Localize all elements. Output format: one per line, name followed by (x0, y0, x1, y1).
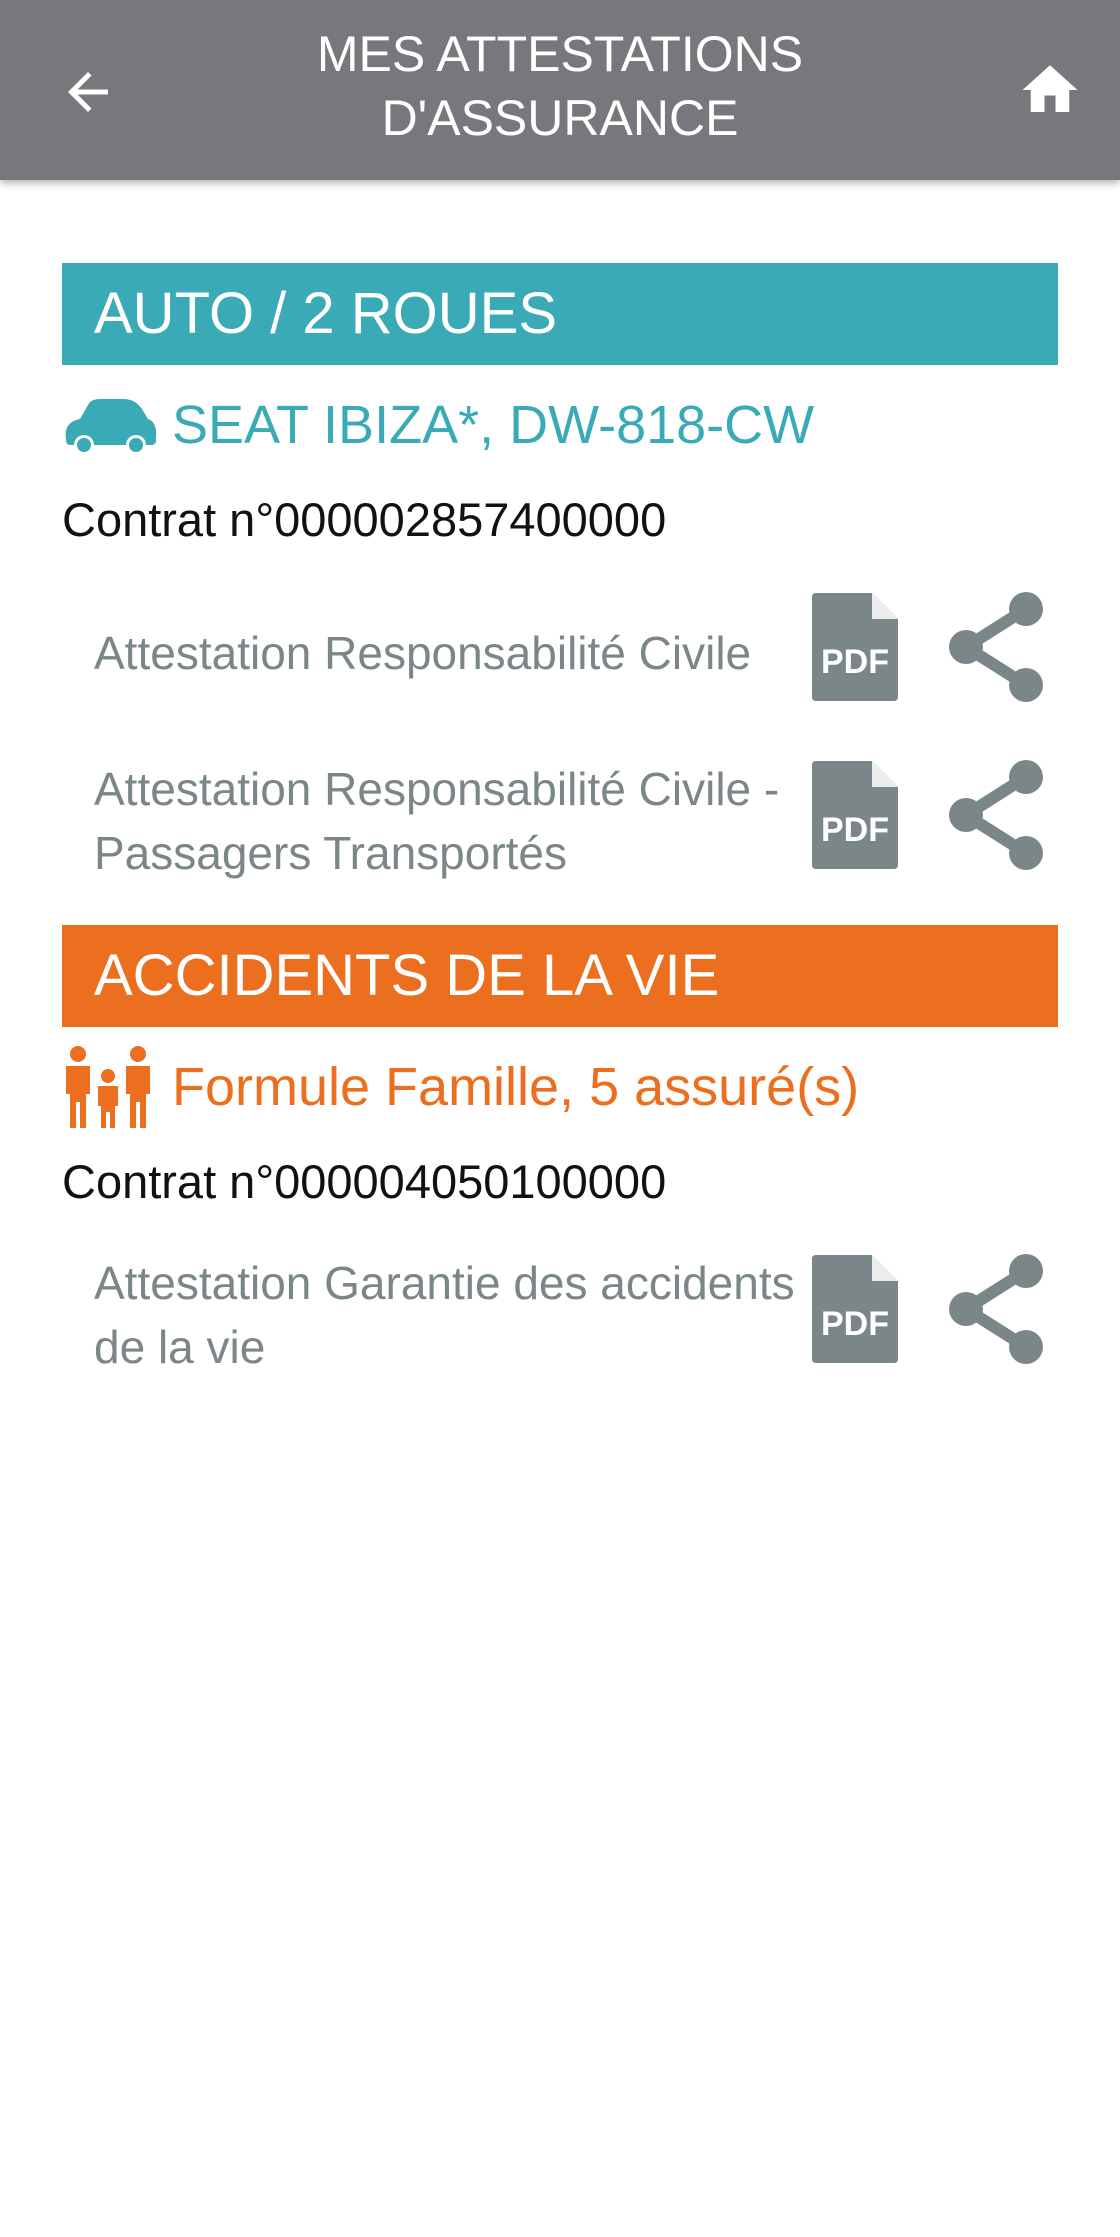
family-icon (62, 1046, 162, 1128)
document-label: Attestation Responsabilité Civile - Pass… (94, 763, 780, 879)
page-title: MES ATTESTATIONS D'ASSURANCE (316, 26, 804, 146)
document-row: Attestation Garantie des accidents de la… (62, 1231, 1058, 1399)
formula-title-label: Formule Famille, 5 assuré(s) (172, 1057, 860, 1117)
formula-title[interactable]: Formule Famille, 5 assuré(s) (62, 1027, 1058, 1147)
pdf-icon[interactable]: PDF (812, 761, 898, 869)
vehicle-title-label: SEAT IBIZA*, DW-818-CW (172, 395, 815, 455)
home-button[interactable] (1010, 50, 1090, 130)
pdf-icon-label: PDF (821, 643, 889, 681)
document-label: Attestation Responsabilité Civile (94, 627, 752, 679)
vehicle-title[interactable]: SEAT IBIZA*, DW-818-CW (62, 365, 1058, 485)
pdf-icon[interactable]: PDF (812, 1255, 898, 1363)
pdf-icon-label: PDF (821, 811, 889, 849)
contract-number: Contrat n°000004050100000 (62, 1155, 667, 1208)
attestations-list: AUTO / 2 ROUES SEAT IBIZA*, DW-818-CW Co… (62, 263, 1058, 1399)
pdf-icon[interactable]: PDF (812, 593, 898, 701)
section-header-accidents: ACCIDENTS DE LA VIE (62, 925, 1058, 1027)
share-icon[interactable] (946, 591, 1046, 703)
section-header-auto: AUTO / 2 ROUES (62, 263, 1058, 365)
share-icon[interactable] (946, 759, 1046, 871)
home-icon (1022, 65, 1078, 112)
car-icon (62, 385, 162, 465)
document-row: Attestation Responsabilité Civile PDF (62, 569, 1058, 737)
arrow-left-icon (68, 72, 108, 112)
pdf-icon-label: PDF (821, 1305, 889, 1343)
document-label: Attestation Garantie des accidents de la… (94, 1257, 795, 1373)
app-bar: MES ATTESTATIONS D'ASSURANCE (0, 0, 1120, 180)
document-row: Attestation Responsabilité Civile - Pass… (62, 737, 1058, 905)
back-button[interactable] (48, 52, 128, 132)
share-icon[interactable] (946, 1253, 1046, 1365)
contract-number: Contrat n°000002857400000 (62, 493, 667, 546)
